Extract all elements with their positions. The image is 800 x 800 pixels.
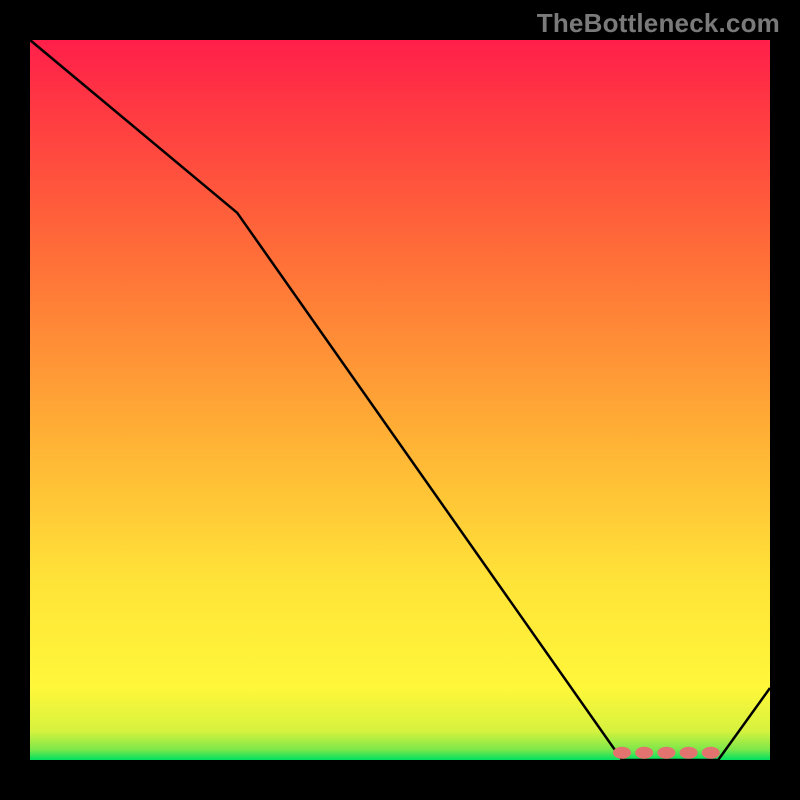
optimal-marker xyxy=(657,747,675,759)
bottleneck-chart xyxy=(0,0,800,800)
optimal-marker xyxy=(680,747,698,759)
watermark-text: TheBottleneck.com xyxy=(537,8,780,39)
optimal-marker xyxy=(702,747,720,759)
plot-background xyxy=(30,40,770,760)
chart-container: TheBottleneck.com xyxy=(0,0,800,800)
optimal-marker xyxy=(613,747,631,759)
optimal-marker xyxy=(635,747,653,759)
